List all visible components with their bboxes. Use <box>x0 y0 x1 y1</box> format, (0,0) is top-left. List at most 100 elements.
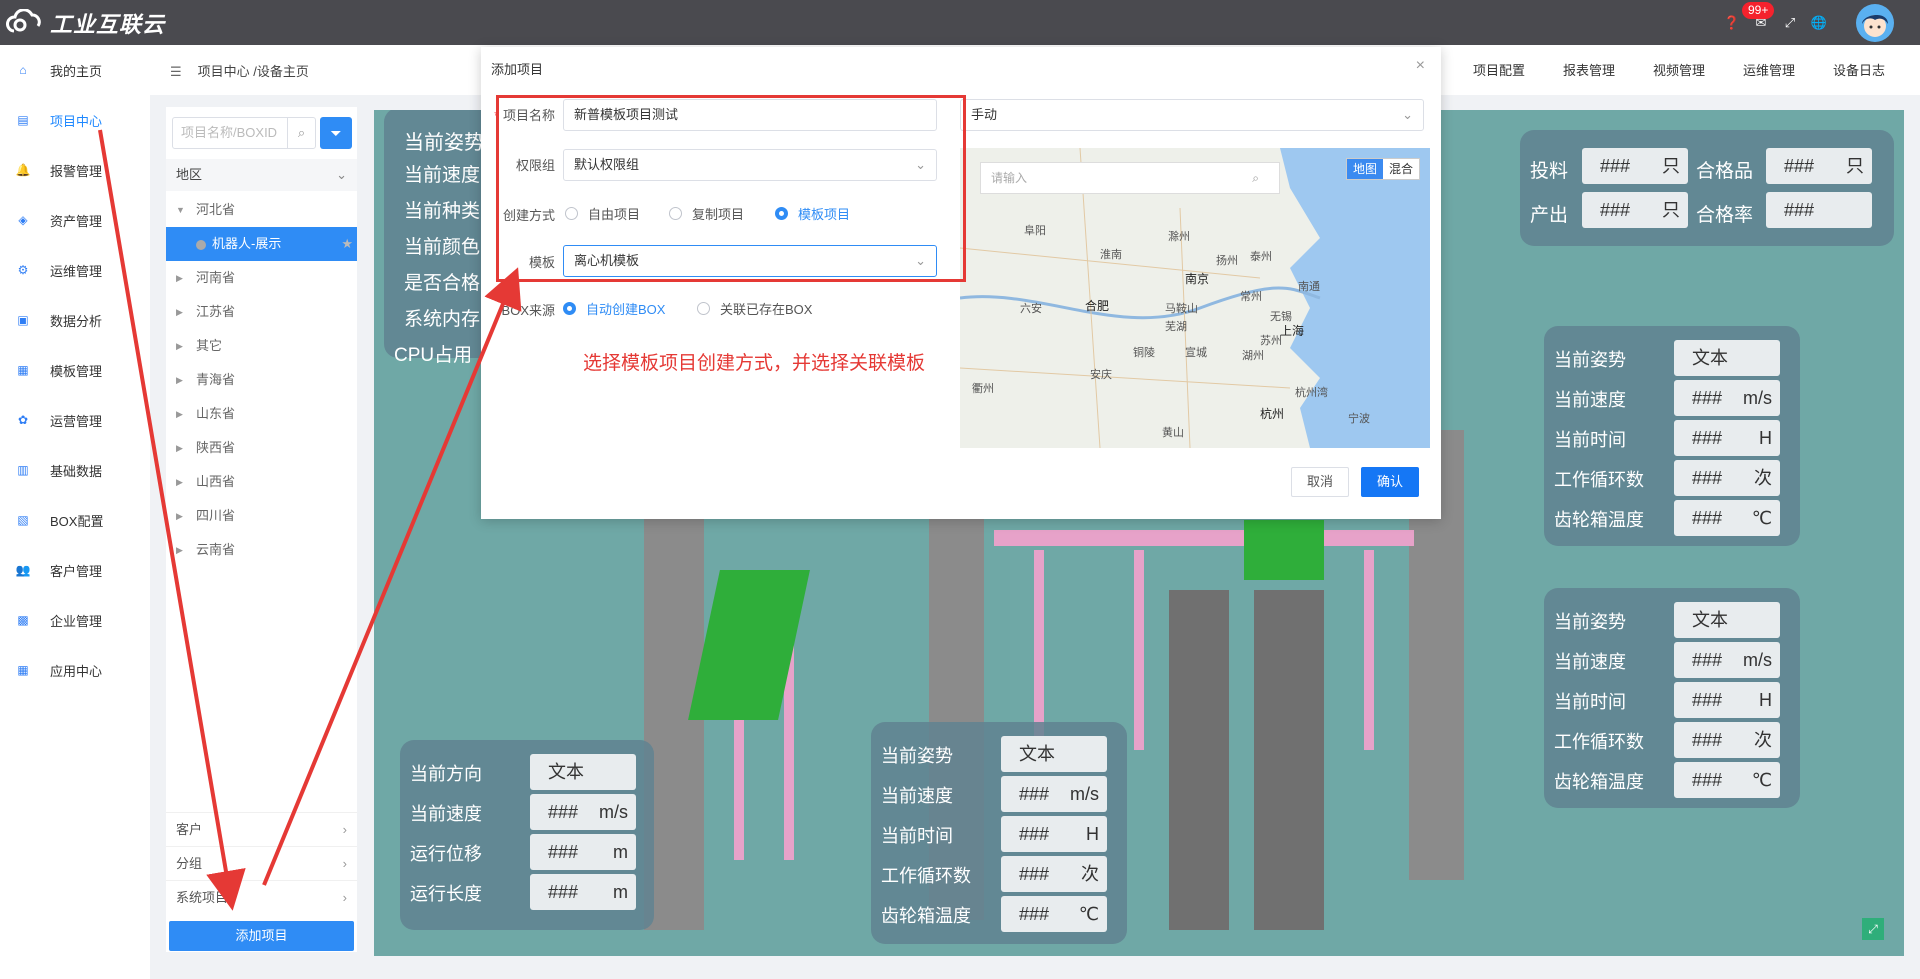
sidebar-item-label: BOX配置 <box>50 513 104 529</box>
sidebar-item-analytics[interactable]: ▣ 数据分析 <box>0 295 150 345</box>
conveyor-belt <box>1244 520 1324 580</box>
city-label: 宁波 <box>1348 413 1370 425</box>
select-value: 手动 <box>971 107 998 122</box>
nav-maintenance[interactable]: 运维管理 <box>1743 60 1795 79</box>
tree-node-robot-demo[interactable]: 机器人-展示 ★ <box>166 227 357 261</box>
city-label: 阜阳 <box>1024 225 1046 237</box>
tree-node-shanxi[interactable]: ▶ 山西省 <box>166 465 357 499</box>
sidebar-item-template[interactable]: ▦ 模板管理 <box>0 345 150 395</box>
group-grouping[interactable]: 分组 › <box>166 846 357 880</box>
help-icon[interactable]: ❓ <box>1723 14 1741 32</box>
card-label: 投料 <box>1530 161 1569 182</box>
card-value: ### 只 <box>1582 148 1688 184</box>
right-card-2-value: ### 次 <box>1674 722 1780 758</box>
sidebar-item-label: 企业管理 <box>50 613 103 629</box>
bottom-left-card-label: 运行位移 <box>410 844 482 864</box>
add-project-button[interactable]: 添加项目 <box>169 921 354 951</box>
sidebar-item-enterprise[interactable]: ▩ 企业管理 <box>0 595 150 645</box>
tree-node-qinghai[interactable]: ▶ 青海省 <box>166 363 357 397</box>
sidebar-item-label: 数据分析 <box>50 313 103 329</box>
sidebar-item-customer[interactable]: 👥 客户管理 <box>0 545 150 595</box>
map-type-map[interactable]: 地图 <box>1346 159 1383 179</box>
tree-node-other[interactable]: ▶ 其它 <box>166 329 357 363</box>
annotation-highlight-box <box>496 95 966 282</box>
project-search-input[interactable]: 项目名称/BOXID ⌕ <box>172 117 316 149</box>
mode-select[interactable]: 手动 ⌄ <box>960 99 1424 131</box>
sidebar-item-box-config[interactable]: ▧ BOX配置 <box>0 495 150 545</box>
bottom-left-card-value: ### m <box>530 874 636 910</box>
city-label: 湖州 <box>1242 350 1264 362</box>
right-card-2-value: 文本 <box>1674 602 1780 638</box>
nav-report[interactable]: 报表管理 <box>1563 60 1615 79</box>
sidebar-item-operation[interactable]: ✿ 运营管理 <box>0 395 150 445</box>
bottom-center-card-label: 当前姿势 <box>881 746 953 766</box>
sidebar-item-home[interactable]: ⌂ 我的主页 <box>0 45 150 95</box>
right-card-1-label: 当前时间 <box>1554 430 1626 450</box>
menu-toggle-icon[interactable]: ☰ <box>170 64 182 79</box>
sidebar-item-label: 基础数据 <box>50 463 103 479</box>
tree-node-sichuan[interactable]: ▶ 四川省 <box>166 499 357 533</box>
location-map[interactable]: 请输入 ⌕ 地图 混合 南京 合肥 上海 杭州 阜阳 马鞍山 芜湖 铜陵 安庆 黄山… <box>960 148 1430 448</box>
radio-auto-box[interactable]: 自动创建BOX <box>563 299 665 318</box>
group-label: 客户 <box>176 822 203 837</box>
tree-node-yunnan[interactable]: ▶ 云南省 <box>166 533 357 567</box>
caret-right-icon: ▶ <box>176 307 183 317</box>
briefcase-icon: ▩ <box>17 613 29 627</box>
card-label: CPU占用 <box>394 345 473 366</box>
sidebar-item-label: 项目中心 <box>50 113 103 129</box>
tree-node-jiangsu[interactable]: ▶ 江苏省 <box>166 295 357 329</box>
confirm-button[interactable]: 确认 <box>1361 467 1419 497</box>
tree-node-shandong[interactable]: ▶ 山东省 <box>166 397 357 431</box>
city-label: 常州 <box>1240 291 1262 303</box>
right-card-2-value: ### m/s <box>1674 642 1780 678</box>
fullscreen-icon[interactable]: ⤢ <box>1781 14 1799 32</box>
close-icon[interactable]: × <box>1416 57 1425 75</box>
radio-existing-box[interactable]: 关联已存在BOX <box>697 299 812 318</box>
scene-fullscreen-button[interactable]: ⤢ <box>1862 918 1884 940</box>
tree-node-shaanxi[interactable]: ▶ 陕西省 <box>166 431 357 465</box>
map-search-input[interactable]: 请输入 ⌕ <box>980 162 1280 194</box>
city-label: 芜湖 <box>1165 321 1187 333</box>
city-label: 宣城 <box>1185 347 1207 359</box>
city-label: 杭州湾 <box>1295 387 1328 399</box>
filter-button[interactable]: ⏷ <box>320 117 352 149</box>
group-customer[interactable]: 客户 › <box>166 812 357 846</box>
right-card-1-label: 工作循环数 <box>1554 470 1644 490</box>
caret-right-icon: ▶ <box>176 511 183 521</box>
sidebar-item-project-center[interactable]: ▤ 项目中心 <box>0 95 150 145</box>
nav-device-log[interactable]: 设备日志 <box>1833 60 1885 79</box>
right-card-2-label: 当前姿势 <box>1554 612 1626 632</box>
city-label: 六安 <box>1020 303 1042 315</box>
chevron-right-icon: › <box>342 822 347 837</box>
cancel-button[interactable]: 取消 <box>1291 467 1349 497</box>
tree-label: 云南省 <box>196 542 236 557</box>
chevron-right-icon: › <box>342 856 347 871</box>
caret-right-icon: ▶ <box>176 409 183 419</box>
sidebar-item-alarm[interactable]: 🔔 报警管理 <box>0 145 150 195</box>
city-label: 安庆 <box>1090 369 1112 381</box>
group-system-project[interactable]: 系统项目 › <box>166 880 357 914</box>
sidebar-item-base-data[interactable]: ▥ 基础数据 <box>0 445 150 495</box>
tree-node-hebei[interactable]: ▼ 河北省 <box>166 193 357 227</box>
sidebar-item-maintenance[interactable]: ⚙ 运维管理 <box>0 245 150 295</box>
right-card-1-value: ### H <box>1674 420 1780 456</box>
tree-node-henan[interactable]: ▶ 河南省 <box>166 261 357 295</box>
gear-icon: ⚙ <box>17 263 29 277</box>
map-type-hybrid[interactable]: 混合 <box>1383 159 1419 179</box>
nav-video[interactable]: 视频管理 <box>1653 60 1705 79</box>
globe-icon[interactable]: 🌐 <box>1810 14 1828 32</box>
avatar[interactable] <box>1856 4 1894 42</box>
app-logo[interactable]: 工业互联云 <box>6 8 165 38</box>
caret-right-icon: ▶ <box>176 375 183 385</box>
sidebar-item-apps[interactable]: ▦ 应用中心 <box>0 645 150 695</box>
star-icon[interactable]: ★ <box>341 227 353 261</box>
sidebar-item-asset[interactable]: ◈ 资产管理 <box>0 195 150 245</box>
card-value: ### 只 <box>1766 148 1872 184</box>
search-icon[interactable]: ⌕ <box>1252 163 1259 193</box>
group-label: 系统项目 <box>176 890 229 905</box>
machine-block <box>1169 590 1229 930</box>
region-header[interactable]: 地区 ⌄ <box>166 159 357 191</box>
nav-project-config[interactable]: 项目配置 <box>1473 60 1525 79</box>
caret-down-icon: ▼ <box>176 205 185 215</box>
search-icon[interactable]: ⌕ <box>287 118 315 148</box>
